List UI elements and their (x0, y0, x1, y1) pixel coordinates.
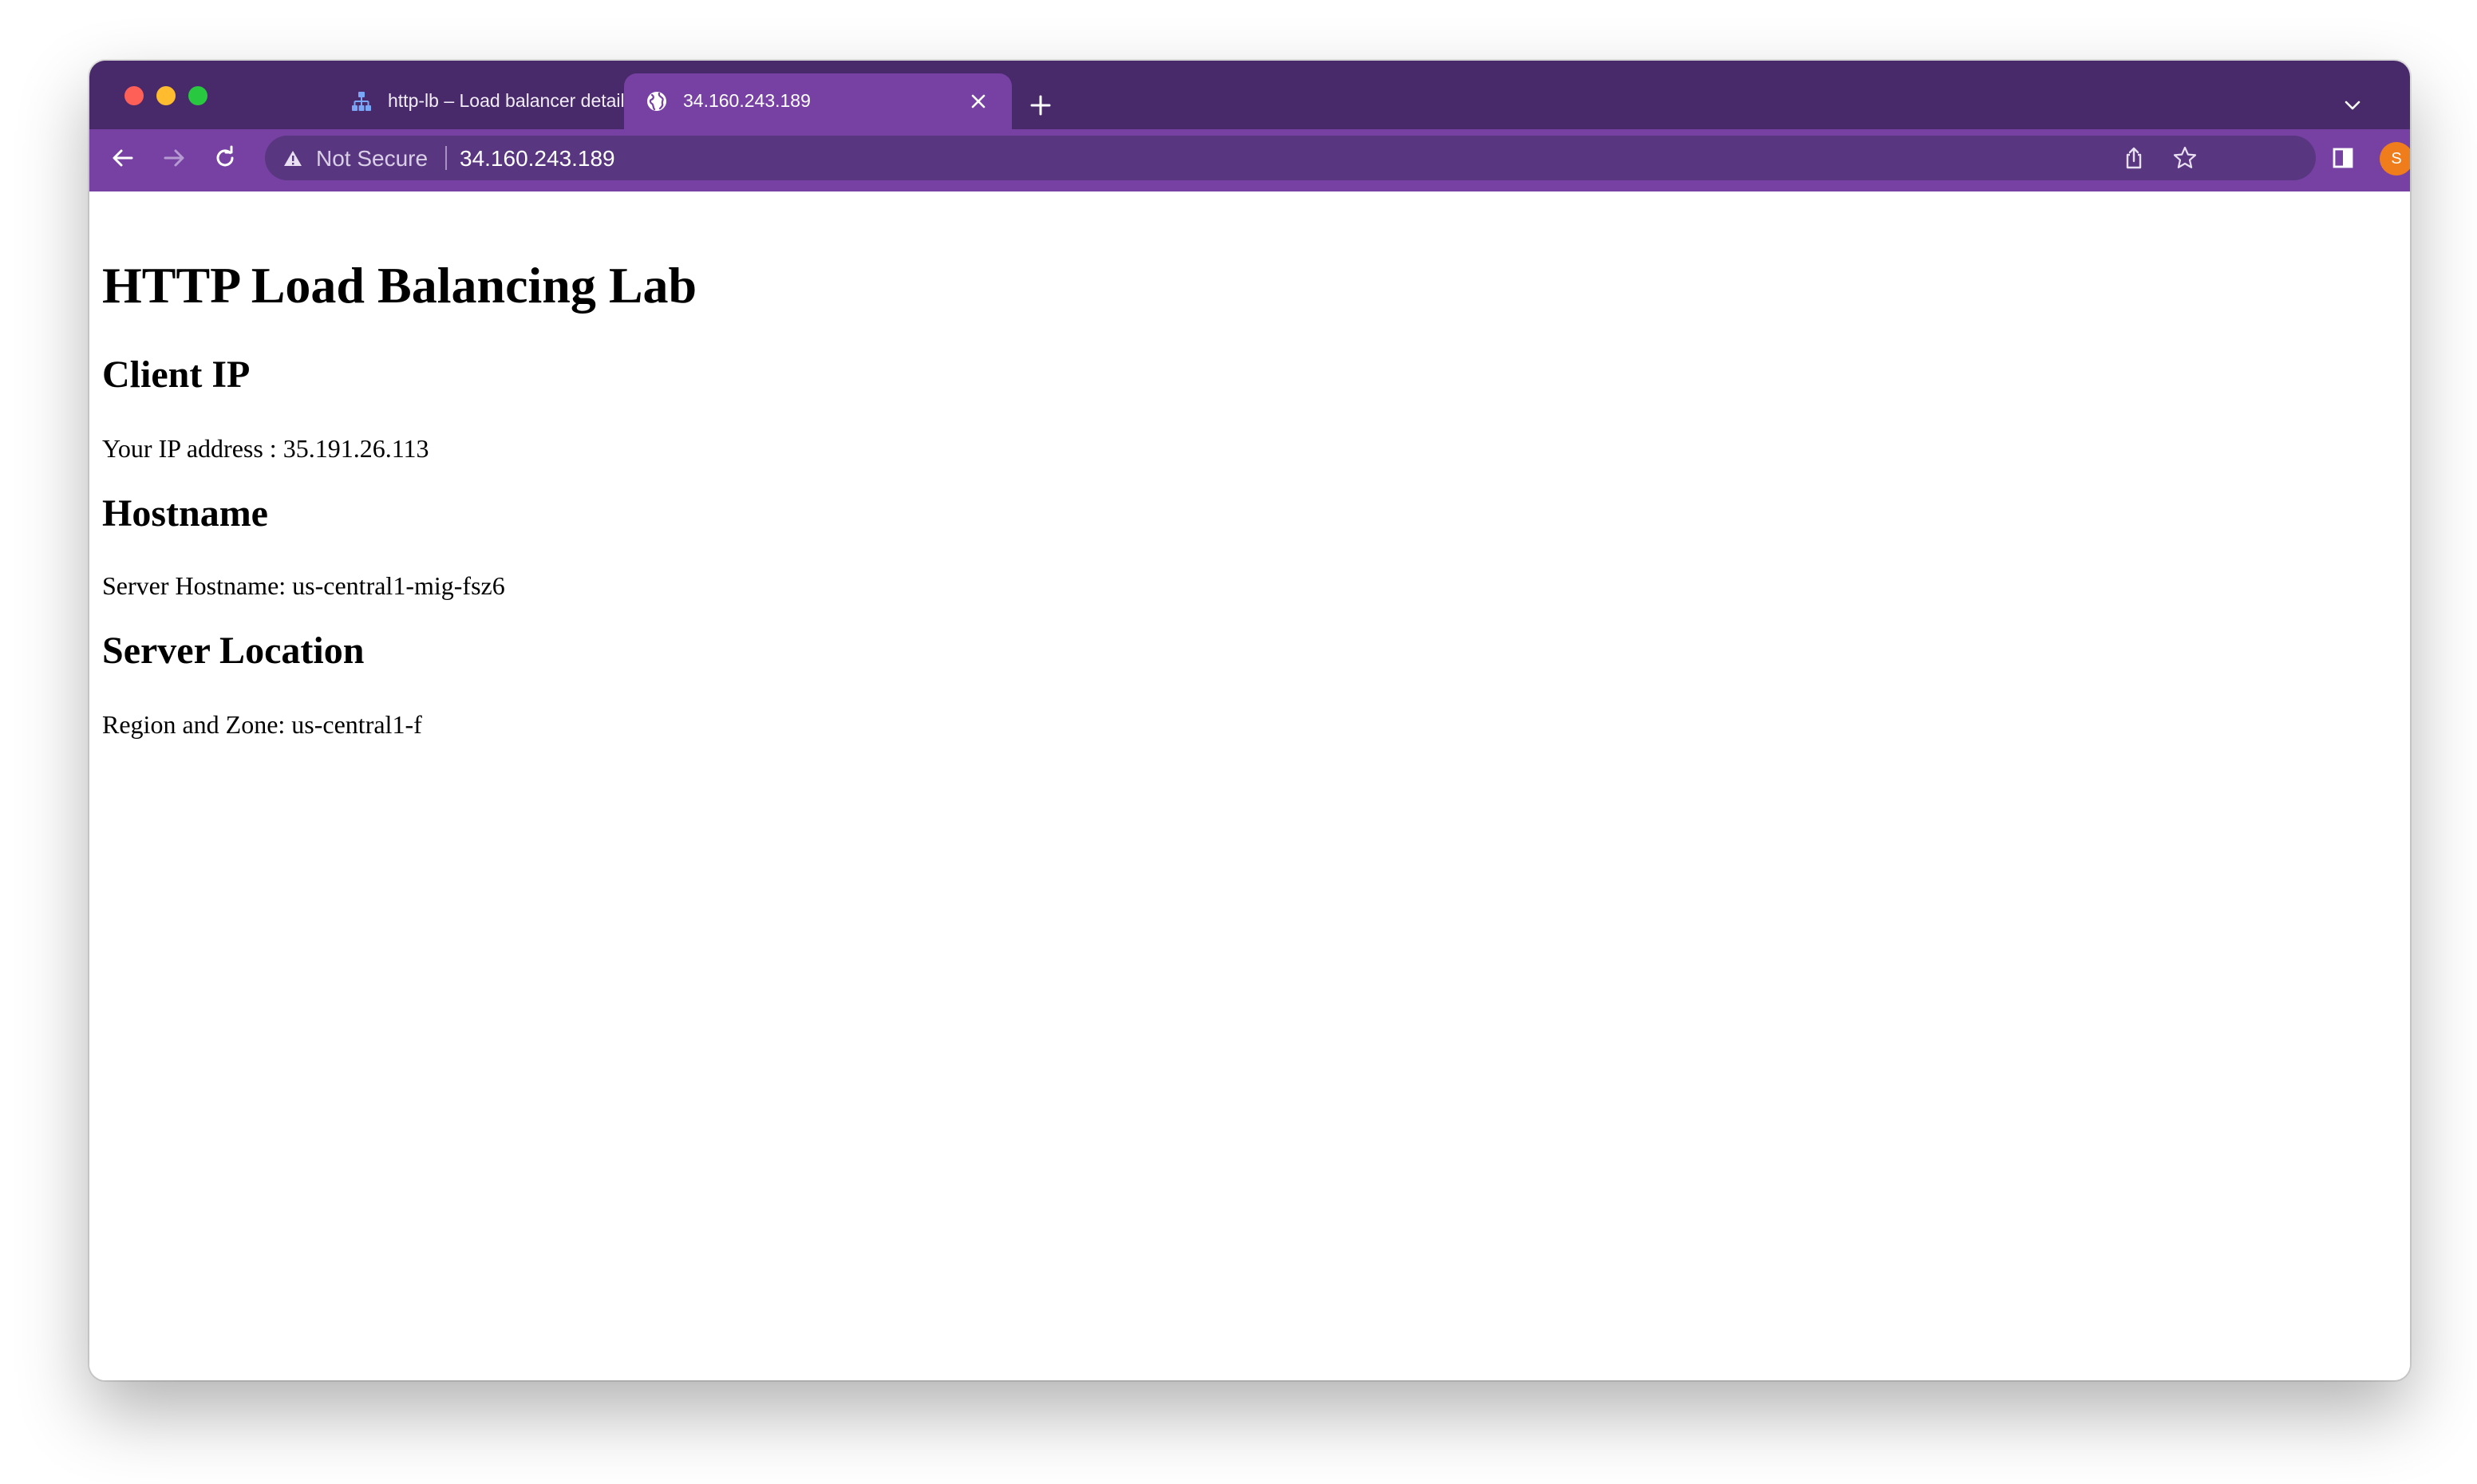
server-location-text: Region and Zone: us-central1-f (102, 710, 422, 739)
back-arrow-icon[interactable] (109, 144, 137, 172)
page-content: HTTP Load Balancing Lab Client IP Your I… (89, 191, 2410, 1380)
url-text[interactable]: 34.160.243.189 (460, 146, 615, 172)
page-title: HTTP Load Balancing Lab (102, 257, 697, 314)
close-tab-icon[interactable] (969, 92, 988, 111)
globe-icon (647, 92, 666, 111)
client-ip-text: Your IP address : 35.191.26.113 (102, 434, 429, 463)
address-divider (445, 146, 447, 170)
bookmark-star-icon[interactable] (2172, 145, 2198, 171)
maximize-window-button[interactable] (188, 86, 207, 105)
tab-title: 34.160.243.189 (683, 90, 811, 111)
client-ip-heading: Client IP (102, 353, 251, 396)
server-location-heading: Server Location (102, 630, 365, 672)
load-balancer-icon (352, 92, 371, 111)
forward-arrow-icon[interactable] (160, 144, 188, 172)
chevron-down-icon[interactable] (2340, 93, 2365, 118)
security-status-label[interactable]: Not Secure (316, 146, 428, 172)
tab-strip: http-lb – Load balancer details 34.160.2… (89, 61, 2410, 129)
minimize-window-button[interactable] (156, 86, 176, 105)
reload-icon[interactable] (211, 144, 239, 172)
new-tab-plus-icon[interactable] (1028, 93, 1053, 118)
share-icon[interactable] (2121, 145, 2147, 171)
warning-icon[interactable] (282, 148, 303, 169)
browser-window: http-lb – Load balancer details 34.160.2… (89, 61, 2410, 1380)
hostname-heading: Hostname (102, 492, 268, 535)
hostname-text: Server Hostname: us-central1-mig-fsz6 (102, 571, 505, 600)
profile-avatar[interactable]: S (2380, 142, 2410, 176)
side-panel-icon[interactable] (2329, 144, 2357, 172)
address-bar[interactable]: Not Secure 34.160.243.189 (265, 136, 2316, 180)
browser-toolbar: Not Secure 34.160.243.189 S (89, 129, 2410, 191)
tab-ip-address[interactable]: 34.160.243.189 (624, 73, 1012, 129)
close-window-button[interactable] (124, 86, 144, 105)
